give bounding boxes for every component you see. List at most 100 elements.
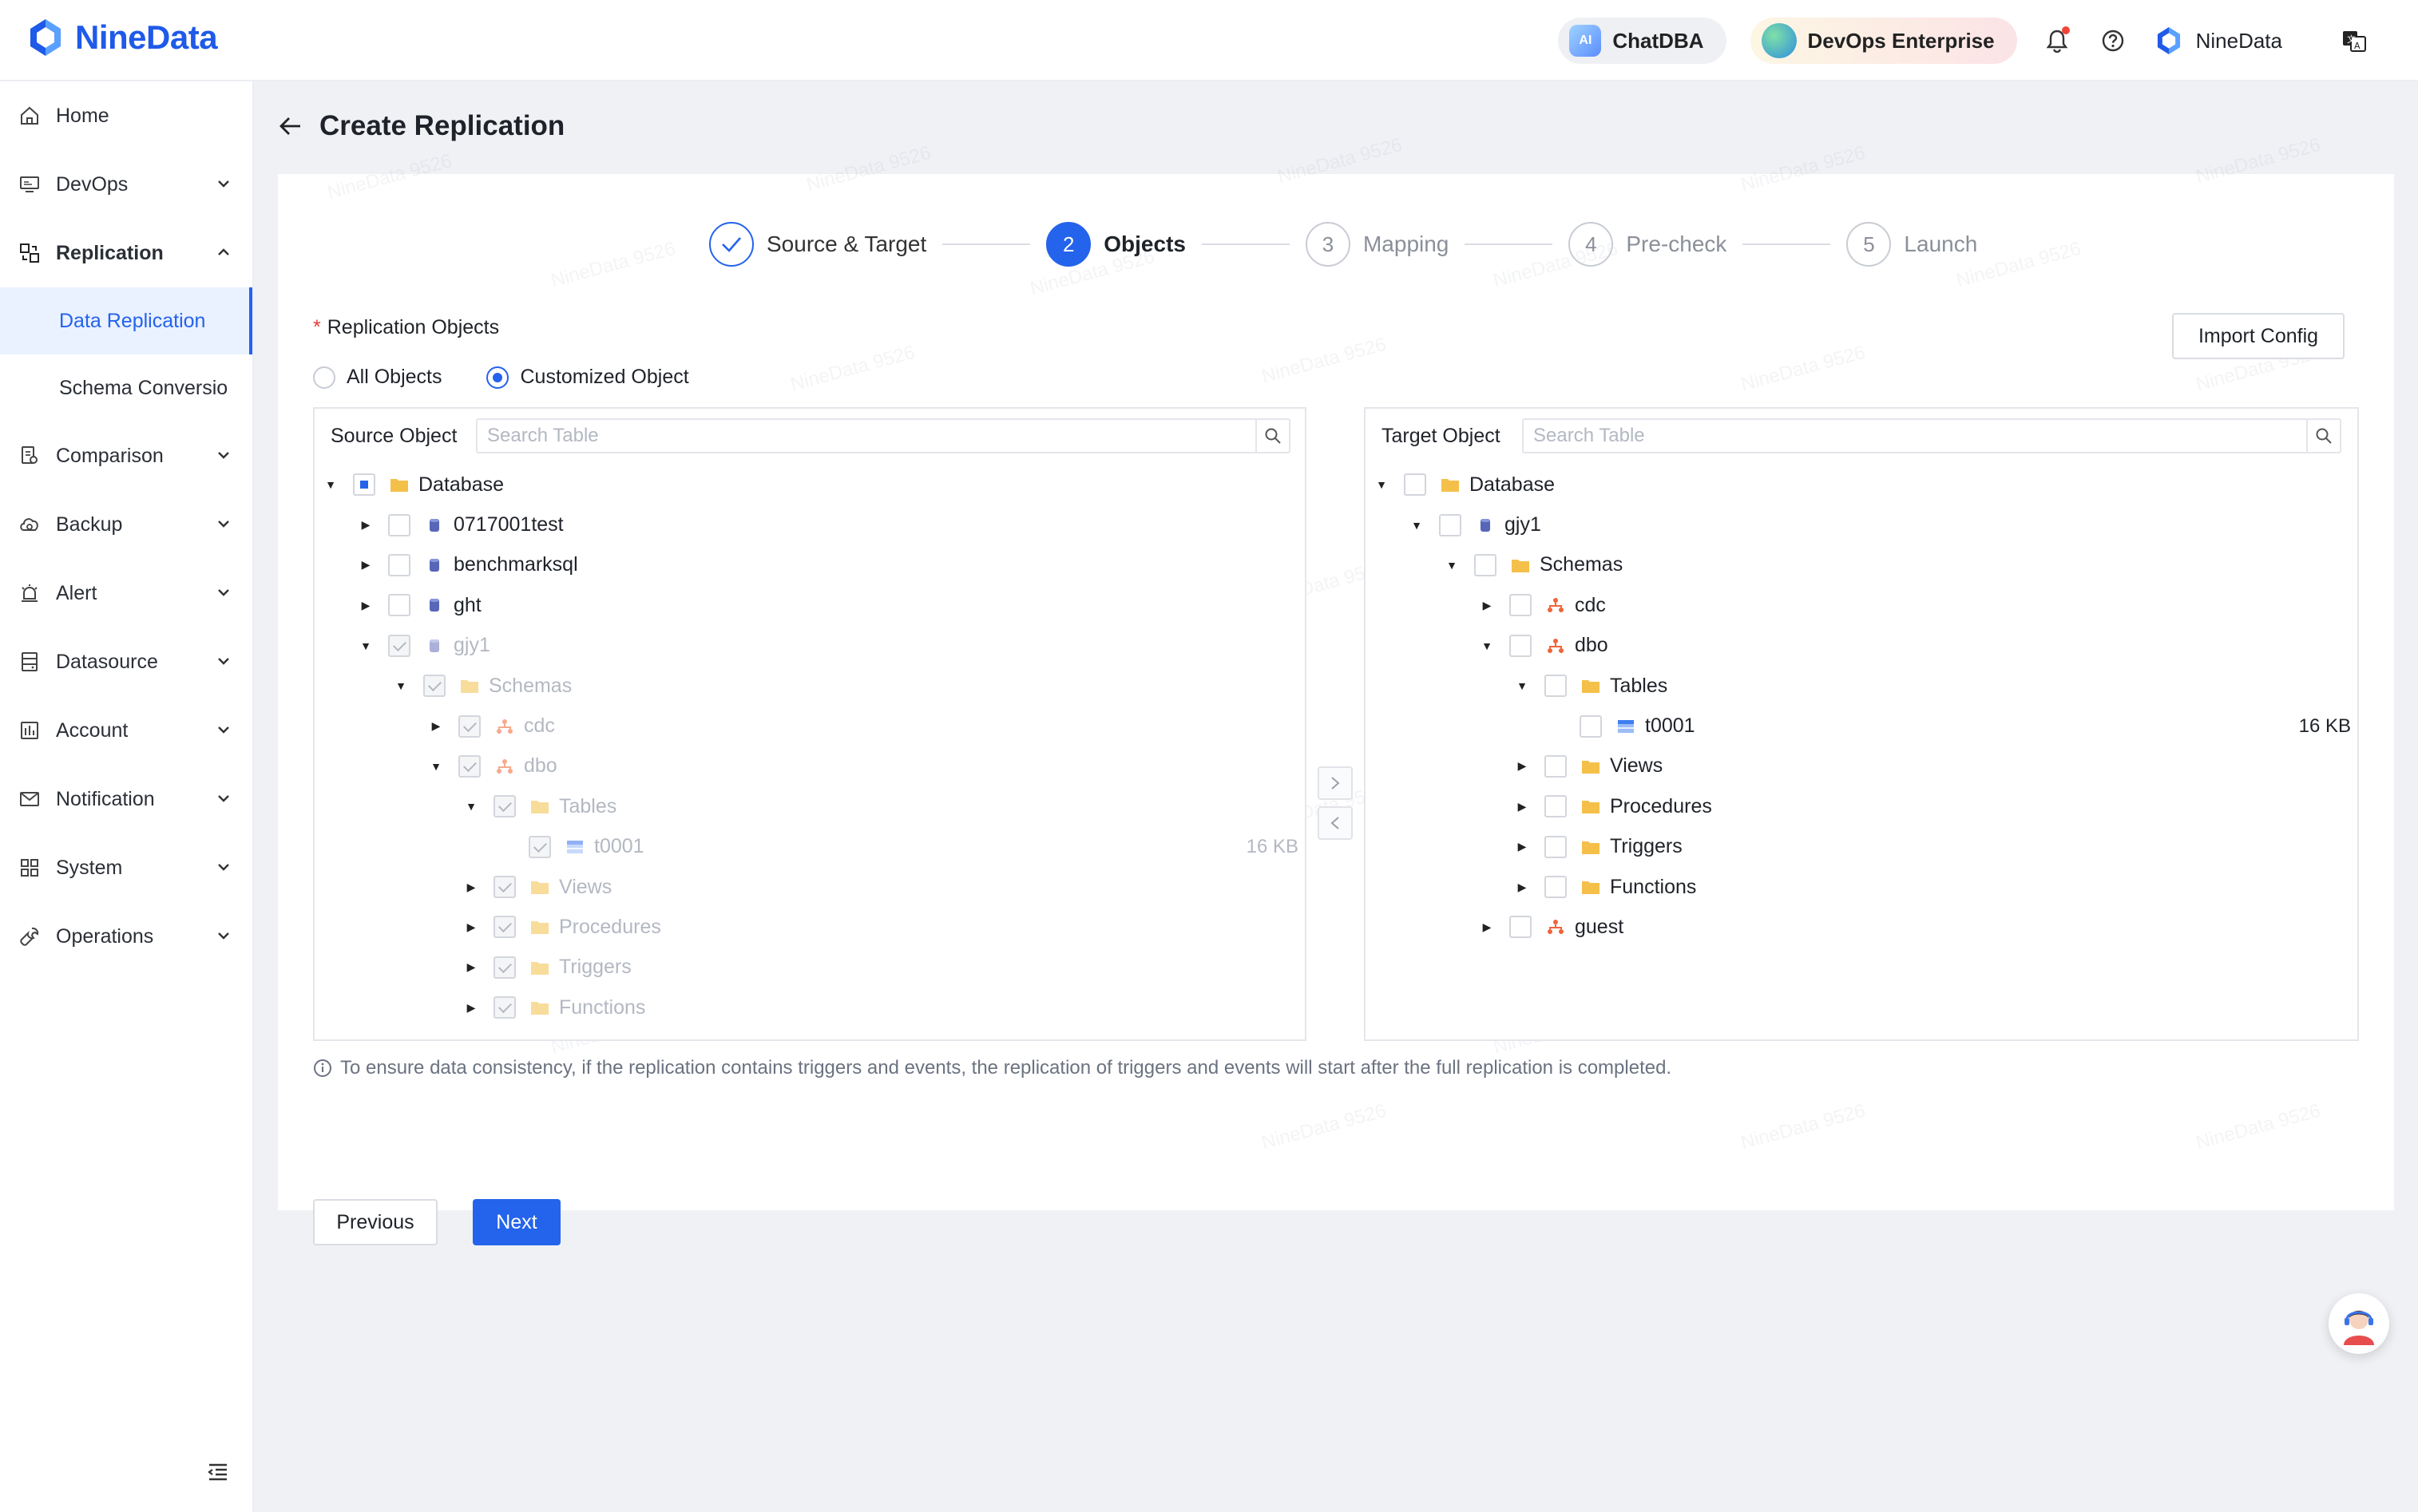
tree-node[interactable]: ▼ Schemas: [1366, 545, 2357, 585]
tree-node[interactable]: ▼ gjy1: [1366, 505, 2357, 544]
collapse-sidebar-icon[interactable]: [206, 1462, 230, 1486]
tree-node[interactable]: ▶ Triggers: [1366, 827, 2357, 867]
user-menu[interactable]: NineData: [2153, 25, 2282, 57]
devops-enterprise-button[interactable]: DevOps Enterprise: [1750, 18, 2017, 64]
checkbox[interactable]: [388, 594, 410, 617]
tree-node[interactable]: ▼ Database: [315, 465, 1305, 505]
checkbox[interactable]: [1544, 754, 1567, 778]
caret-right-icon[interactable]: ▶: [1516, 840, 1528, 853]
checkbox[interactable]: [1544, 795, 1567, 818]
step-source-target[interactable]: Source & Target: [709, 222, 926, 267]
help-icon[interactable]: [2097, 25, 2129, 57]
caret-right-icon[interactable]: ▶: [465, 881, 478, 893]
sidebar-item-operations[interactable]: Operations: [0, 902, 252, 971]
caret-right-icon[interactable]: ▶: [1481, 599, 1493, 612]
tree-node[interactable]: ▶ benchmarksql: [315, 545, 1305, 585]
caret-right-icon[interactable]: ▶: [1516, 800, 1528, 813]
caret-right-icon[interactable]: ▶: [1481, 920, 1493, 933]
tree-node[interactable]: ▼ Tables: [1366, 666, 2357, 706]
back-arrow-icon[interactable]: [278, 115, 303, 137]
caret-right-icon[interactable]: ▶: [359, 558, 372, 572]
watermark: NineData 9526: [2194, 133, 2323, 188]
sidebar-item-replication[interactable]: Replication: [0, 219, 252, 287]
caret-right-icon[interactable]: ▶: [1516, 881, 1528, 893]
search-icon[interactable]: [2306, 420, 2340, 452]
sidebar-item-comparison[interactable]: Comparison: [0, 422, 252, 490]
tree-node[interactable]: ▼ Database: [1366, 465, 2357, 505]
caret-down-icon[interactable]: ▼: [1410, 519, 1423, 532]
caret-down-icon[interactable]: ▼: [465, 800, 478, 813]
sidebar-subitem-schema-conversion[interactable]: Schema Conversio: [0, 354, 252, 422]
sidebar-item-home[interactable]: Home: [0, 81, 252, 150]
caret-right-icon[interactable]: ▶: [430, 719, 442, 733]
step-mapping[interactable]: 3 Mapping: [1305, 222, 1449, 267]
tree-node[interactable]: ▶ 0717001test: [315, 505, 1305, 544]
tree-node[interactable]: ▶ cdc: [1366, 585, 2357, 625]
caret-right-icon[interactable]: ▶: [1516, 759, 1528, 773]
step-launch[interactable]: 5 Launch: [1846, 222, 1977, 267]
caret-down-icon[interactable]: ▼: [1516, 679, 1528, 692]
sidebar-item-system[interactable]: System: [0, 833, 252, 902]
caret-right-icon[interactable]: ▶: [359, 518, 372, 532]
checkbox[interactable]: [1544, 835, 1567, 858]
tree-node[interactable]: ▶ t0001 16 KB: [1366, 706, 2357, 746]
caret-right-icon[interactable]: ▶: [359, 599, 372, 612]
tree-node[interactable]: ▶ ght: [315, 585, 1305, 625]
caret-down-icon[interactable]: ▼: [1375, 478, 1388, 491]
tree-node[interactable]: ▼ dbo: [1366, 626, 2357, 666]
checkbox[interactable]: [1474, 553, 1496, 576]
bell-icon[interactable]: [2041, 25, 2073, 57]
checkbox[interactable]: [1544, 876, 1567, 899]
language-switch-icon[interactable]: 文A: [2338, 25, 2370, 57]
next-button[interactable]: Next: [473, 1199, 561, 1245]
checkbox[interactable]: [1580, 714, 1602, 738]
checkbox[interactable]: [1439, 513, 1461, 536]
logo[interactable]: NineData: [24, 16, 218, 59]
sidebar-item-account[interactable]: Account: [0, 696, 252, 765]
move-right-button[interactable]: [1318, 766, 1353, 800]
checkbox[interactable]: [1404, 473, 1426, 497]
checkbox[interactable]: [1509, 594, 1532, 617]
tree-node[interactable]: ▶ Functions: [1366, 867, 2357, 907]
step-pre-check[interactable]: 4 Pre-check: [1568, 222, 1726, 267]
move-left-button[interactable]: [1318, 806, 1353, 840]
tree-node[interactable]: ▶ Procedures: [1366, 786, 2357, 826]
tree-label: Procedures: [1610, 794, 1712, 817]
radio-customized-object[interactable]: Customized Object: [486, 366, 689, 389]
caret-down-icon[interactable]: ▼: [324, 478, 337, 491]
sidebar-label: Operations: [56, 924, 154, 948]
search-icon[interactable]: [1255, 420, 1289, 452]
sidebar-item-devops[interactable]: DevOps: [0, 150, 252, 219]
source-search-input[interactable]: Search Table: [476, 418, 1290, 453]
tree-node[interactable]: ▶ Views: [1366, 746, 2357, 786]
checkbox[interactable]: [388, 553, 410, 576]
checkbox[interactable]: [1509, 916, 1532, 939]
radio-all-objects[interactable]: All Objects: [313, 366, 442, 389]
caret-right-icon[interactable]: ▶: [465, 1001, 478, 1014]
previous-button[interactable]: Previous: [313, 1199, 438, 1245]
checkbox[interactable]: [388, 513, 410, 536]
target-search-input[interactable]: Search Table: [1522, 418, 2341, 453]
sidebar-item-notification[interactable]: Notification: [0, 765, 252, 833]
checkbox[interactable]: [1544, 675, 1567, 698]
checkbox[interactable]: [1509, 634, 1532, 657]
watermark: NineData 9526: [325, 149, 454, 204]
tree-node[interactable]: ▶ guest: [1366, 907, 2357, 947]
caret-right-icon[interactable]: ▶: [465, 960, 478, 974]
step-objects[interactable]: 2 Objects: [1046, 222, 1186, 267]
sidebar-item-alert[interactable]: Alert: [0, 559, 252, 627]
caret-right-icon[interactable]: ▶: [465, 920, 478, 933]
caret-down-icon[interactable]: ▼: [359, 639, 372, 652]
chevron-down-icon: [218, 180, 229, 188]
caret-down-icon[interactable]: ▼: [394, 679, 407, 692]
sidebar-subitem-data-replication[interactable]: Data Replication: [0, 287, 252, 354]
chatdba-button[interactable]: AI ChatDBA: [1558, 18, 1726, 64]
support-assistant-icon[interactable]: [2329, 1293, 2389, 1354]
caret-down-icon[interactable]: ▼: [1445, 559, 1458, 572]
caret-down-icon[interactable]: ▼: [430, 760, 442, 773]
import-config-button[interactable]: Import Config: [2172, 313, 2345, 359]
caret-down-icon[interactable]: ▼: [1481, 639, 1493, 652]
checkbox-indeterminate[interactable]: [353, 473, 375, 497]
sidebar-item-backup[interactable]: Backup: [0, 490, 252, 559]
sidebar-item-datasource[interactable]: Datasource: [0, 627, 252, 696]
